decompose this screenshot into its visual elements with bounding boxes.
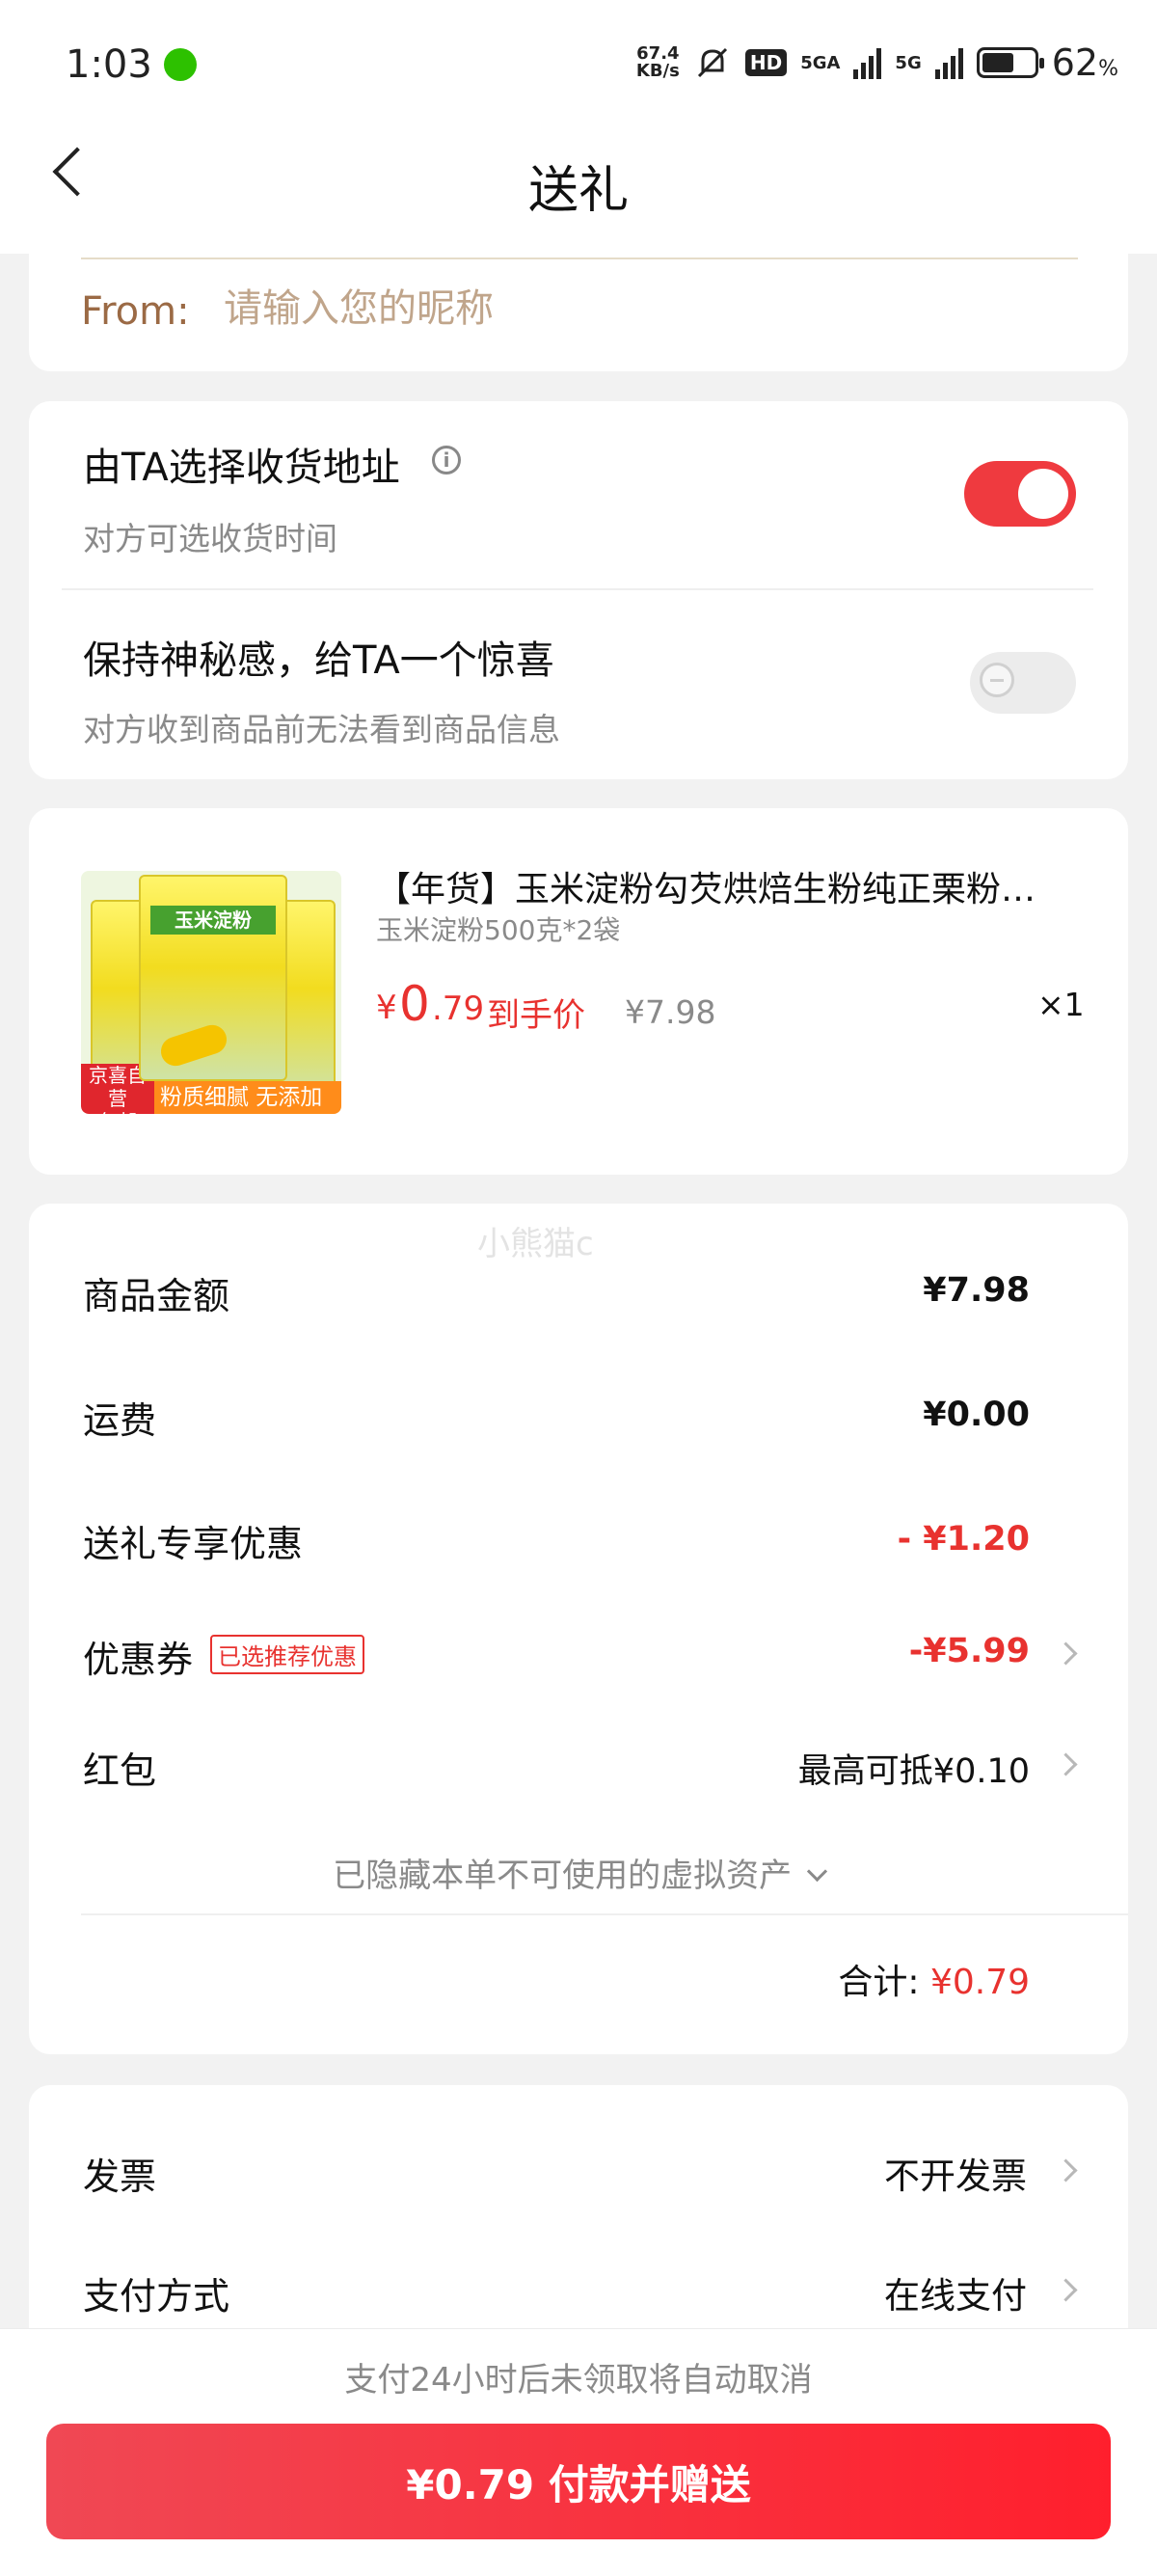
divider xyxy=(81,258,1078,259)
invoice-label[interactable]: 发票 xyxy=(83,2147,156,2200)
fee-row-value: ¥0.00 xyxy=(923,1396,1030,1434)
auto-cancel-notice: 支付24小时后未领取将自动取消 xyxy=(344,2361,813,2400)
chevron-down-icon xyxy=(806,1860,828,1883)
original-price: ¥7.98 xyxy=(625,993,716,1031)
mute-bell-icon xyxy=(697,47,727,78)
signal-icon-2 xyxy=(934,46,963,79)
total-label: 合计: xyxy=(838,1963,920,2002)
bag-shape: 玉米淀粉 xyxy=(139,875,287,1081)
from-label: From: xyxy=(81,289,190,334)
address-option-subtitle: 对方可选收货时间 xyxy=(83,520,337,557)
hidden-assets-toggle[interactable]: 已隐藏本单不可使用的虚拟资产 xyxy=(0,1849,1157,1896)
network-5g-label: 5G xyxy=(895,52,922,73)
fee-row-label: 运费 xyxy=(83,1399,157,1442)
info-icon[interactable]: i xyxy=(432,446,461,475)
price-integer: 0 xyxy=(399,976,430,1032)
coupon-label[interactable]: 优惠券 xyxy=(83,1630,193,1683)
product-name[interactable]: 【年货】玉米淀粉勾芡烘焙生粉纯正栗粉… xyxy=(376,861,1080,911)
signal-icon-1 xyxy=(853,46,882,79)
watermark: 小熊猫c xyxy=(477,1225,594,1263)
quantity: ×1 xyxy=(1037,986,1085,1023)
mystery-toggle[interactable] xyxy=(970,652,1076,714)
product-image[interactable]: 玉米淀粉 京喜自营 包邮 粉质细腻 无添加剂 xyxy=(81,871,341,1114)
red-packet-label[interactable]: 红包 xyxy=(83,1741,156,1794)
fee-row-label: 送礼专享优惠 xyxy=(83,1523,304,1565)
mystery-option-subtitle: 对方收到商品前无法看到商品信息 xyxy=(83,711,560,748)
payment-method-value[interactable]: 在线支付 xyxy=(884,2266,1027,2318)
payment-method-label[interactable]: 支付方式 xyxy=(83,2266,229,2319)
mystery-option-title: 保持神秘感，给TA一个惊喜 xyxy=(83,638,554,683)
pay-and-gift-button[interactable]: ¥0.79 付款并赠送 xyxy=(46,2424,1111,2539)
wechat-icon xyxy=(164,48,197,81)
hd-icon: HD xyxy=(744,49,788,76)
page-title: 送礼 xyxy=(527,162,629,220)
total: 合计: ¥0.79 xyxy=(838,1954,1030,2004)
product-spec: 玉米淀粉500克*2袋 xyxy=(376,914,621,946)
coupon-value[interactable]: -¥5.99 xyxy=(909,1632,1030,1670)
fee-row-label: 商品金额 xyxy=(83,1275,230,1317)
coupon-selected-tag: 已选推荐优惠 xyxy=(210,1635,364,1674)
divider xyxy=(81,1913,1128,1915)
price-decimal: .79 xyxy=(432,990,485,1028)
network-5ga-label: 5GA xyxy=(800,52,841,73)
fee-row-value: ¥7.98 xyxy=(923,1271,1030,1310)
status-indicators: 67.4 KB/s HD 5GA 5G 62% xyxy=(636,39,1118,87)
fee-card xyxy=(29,1204,1128,2054)
status-time: 1:03 xyxy=(66,42,152,87)
divider xyxy=(62,588,1093,590)
product-tag-badge: 粉质细腻 无添加剂 xyxy=(154,1081,341,1114)
battery-percent: 62% xyxy=(1051,41,1118,84)
address-option-title: 由TA选择收货地址 xyxy=(83,446,400,490)
total-value: ¥0.79 xyxy=(929,1963,1030,2002)
price-label: 到手价 xyxy=(487,996,585,1035)
corn-shape xyxy=(157,1020,230,1071)
nickname-input[interactable] xyxy=(222,285,997,332)
battery-icon xyxy=(976,47,1044,78)
net-speed: 67.4 KB/s xyxy=(635,43,680,81)
red-packet-value[interactable]: 最高可抵¥0.10 xyxy=(798,1744,1030,1793)
bag-label: 玉米淀粉 xyxy=(150,906,276,935)
address-toggle[interactable] xyxy=(964,461,1076,527)
gift-discount-value: - ¥1.20 xyxy=(897,1520,1030,1559)
price-symbol: ¥ xyxy=(376,989,397,1027)
battery-fill xyxy=(982,53,1013,72)
invoice-value[interactable]: 不开发票 xyxy=(884,2147,1027,2199)
